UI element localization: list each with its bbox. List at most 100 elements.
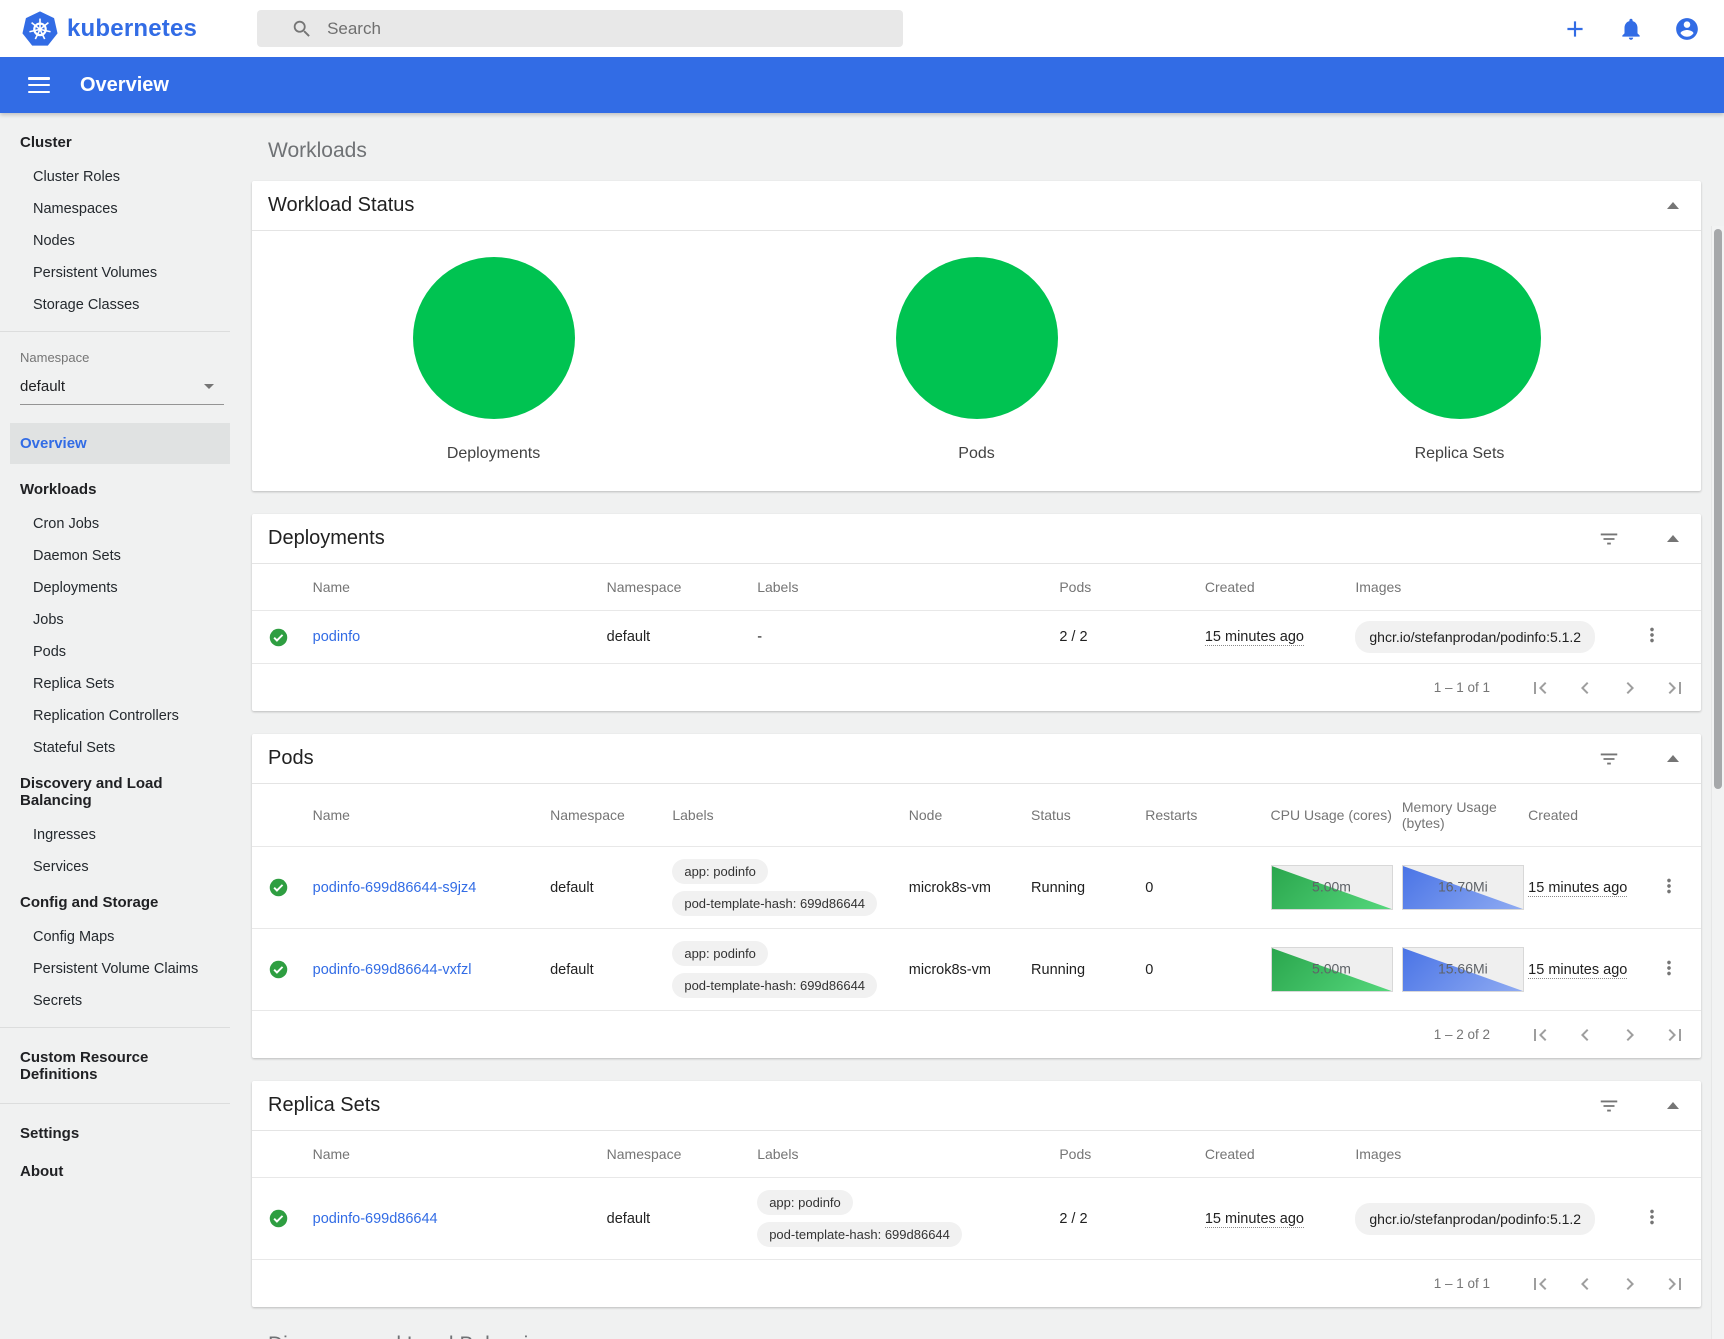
next-page-button[interactable] [1618,1272,1642,1296]
namespace-label: Namespace [0,342,230,367]
sidebar-item-ingresses[interactable]: Ingresses [0,819,230,851]
sidebar-item-persistent-volumes[interactable]: Persistent Volumes [0,257,230,289]
row-menu-button[interactable] [1640,624,1664,648]
cell-created: 15 minutes ago [1528,962,1627,979]
sidebar-item-pods[interactable]: Pods [0,636,230,668]
replica-set-link[interactable]: podinfo-699d86644 [313,1211,438,1227]
collapse-button[interactable] [1661,747,1685,771]
cell-restarts: 0 [1145,847,1270,929]
image-chip: ghcr.io/stefanprodan/podinfo:5.1.2 [1355,621,1595,653]
last-page-button[interactable] [1663,1023,1687,1047]
chevron-right-icon [1618,1272,1642,1296]
col-header-restarts: Restarts [1145,784,1270,847]
row-menu-button[interactable] [1657,957,1681,981]
first-page-button[interactable] [1528,1023,1552,1047]
deployments-card: Deployments Name Namespace Labels Pods C… [252,514,1701,711]
kebab-icon [1641,624,1663,646]
pod-link[interactable]: podinfo-699d86644-s9jz4 [313,880,477,896]
scrollbar-thumb[interactable] [1714,229,1722,789]
scrollbar[interactable] [1711,226,1724,1339]
create-resource-button[interactable] [1562,16,1588,42]
deployments-pie-chart [413,257,575,419]
col-header-name: Name [313,1131,607,1178]
sidebar-item-daemon-sets[interactable]: Daemon Sets [0,540,230,572]
row-menu-button[interactable] [1640,1206,1664,1230]
sidebar-item-settings[interactable]: Settings [0,1114,230,1152]
sidebar-item-config-maps[interactable]: Config Maps [0,921,230,953]
sidebar-item-cluster-roles[interactable]: Cluster Roles [0,161,230,193]
cell-node: microk8s-vm [909,847,1031,929]
cell-created: 15 minutes ago [1528,880,1627,897]
last-page-button[interactable] [1663,676,1687,700]
sidebar-item-overview[interactable]: Overview [10,423,230,464]
notifications-button[interactable] [1618,16,1644,42]
sidebar-item-replica-sets[interactable]: Replica Sets [0,668,230,700]
first-page-button[interactable] [1528,1272,1552,1296]
cpu-usage-sparkline: 5.00m [1271,865,1393,910]
replica-sets-pie-chart [1379,257,1541,419]
pie-label: Pods [958,445,994,463]
pagination: 1 – 2 of 2 [252,1011,1701,1058]
sidebar-item-nodes[interactable]: Nodes [0,225,230,257]
sidebar-item-services[interactable]: Services [0,851,230,883]
collapse-button[interactable] [1661,527,1685,551]
sidebar: Cluster Cluster Roles Namespaces Nodes P… [0,113,230,1339]
col-header-namespace: Namespace [607,1131,758,1178]
kebab-icon [1641,1206,1663,1228]
chevron-right-icon [1618,1023,1642,1047]
sidebar-group-workloads: Workloads [0,470,230,508]
kubernetes-wheel-icon [22,11,58,47]
cell-restarts: 0 [1145,929,1270,1011]
status-ok-icon [268,1208,289,1229]
sidebar-item-cron-jobs[interactable]: Cron Jobs [0,508,230,540]
table-row: podinfo-699d86644-s9jz4 default app: pod… [252,847,1701,929]
account-circle-icon [1674,16,1700,42]
table-row: podinfo-699d86644 default app: podinfo p… [252,1178,1701,1260]
next-page-button[interactable] [1618,1023,1642,1047]
collapse-button[interactable] [1661,194,1685,218]
first-page-icon [1528,676,1552,700]
deployment-link[interactable]: podinfo [313,629,361,645]
account-button[interactable] [1674,16,1700,42]
filter-button[interactable] [1597,747,1621,771]
col-header-status: Status [1031,784,1145,847]
next-page-button[interactable] [1618,676,1642,700]
filter-button[interactable] [1597,527,1621,551]
status-ok-icon [268,627,289,648]
namespace-select[interactable]: default [20,369,224,405]
filter-button[interactable] [1597,1094,1621,1118]
cell-status: Running [1031,847,1145,929]
sidebar-item-deployments[interactable]: Deployments [0,572,230,604]
cell-created: 15 minutes ago [1205,629,1304,646]
sidebar-item-custom-resource-definitions[interactable]: Custom Resource Definitions [0,1038,230,1093]
search-box[interactable] [257,10,903,47]
sidebar-item-persistent-volume-claims[interactable]: Persistent Volume Claims [0,953,230,985]
filter-icon [1598,528,1620,550]
sidebar-item-jobs[interactable]: Jobs [0,604,230,636]
sidebar-item-about[interactable]: About [0,1152,230,1190]
pod-link[interactable]: podinfo-699d86644-vxfzl [313,962,472,978]
kubernetes-logo[interactable]: kubernetes [22,11,197,47]
label-chip: pod-template-hash: 699d86644 [757,1222,962,1247]
col-header-images: Images [1355,1131,1640,1178]
sidebar-item-namespaces[interactable]: Namespaces [0,193,230,225]
prev-page-button[interactable] [1573,1272,1597,1296]
menu-icon[interactable] [28,77,50,93]
page-title: Overview [80,74,169,97]
sidebar-item-replication-controllers[interactable]: Replication Controllers [0,700,230,732]
sidebar-item-storage-classes[interactable]: Storage Classes [0,289,230,321]
row-menu-button[interactable] [1657,875,1681,899]
sidebar-group-config: Config and Storage [0,883,230,921]
prev-page-button[interactable] [1573,676,1597,700]
col-header-labels: Labels [757,564,1059,611]
sidebar-item-stateful-sets[interactable]: Stateful Sets [0,732,230,764]
first-page-button[interactable] [1528,676,1552,700]
prev-page-button[interactable] [1573,1023,1597,1047]
image-chip: ghcr.io/stefanprodan/podinfo:5.1.2 [1355,1203,1595,1235]
search-input[interactable] [327,19,903,39]
sidebar-item-secrets[interactable]: Secrets [0,985,230,1017]
brand-name: kubernetes [67,15,197,43]
col-header-node: Node [909,784,1031,847]
collapse-button[interactable] [1661,1094,1685,1118]
last-page-button[interactable] [1663,1272,1687,1296]
